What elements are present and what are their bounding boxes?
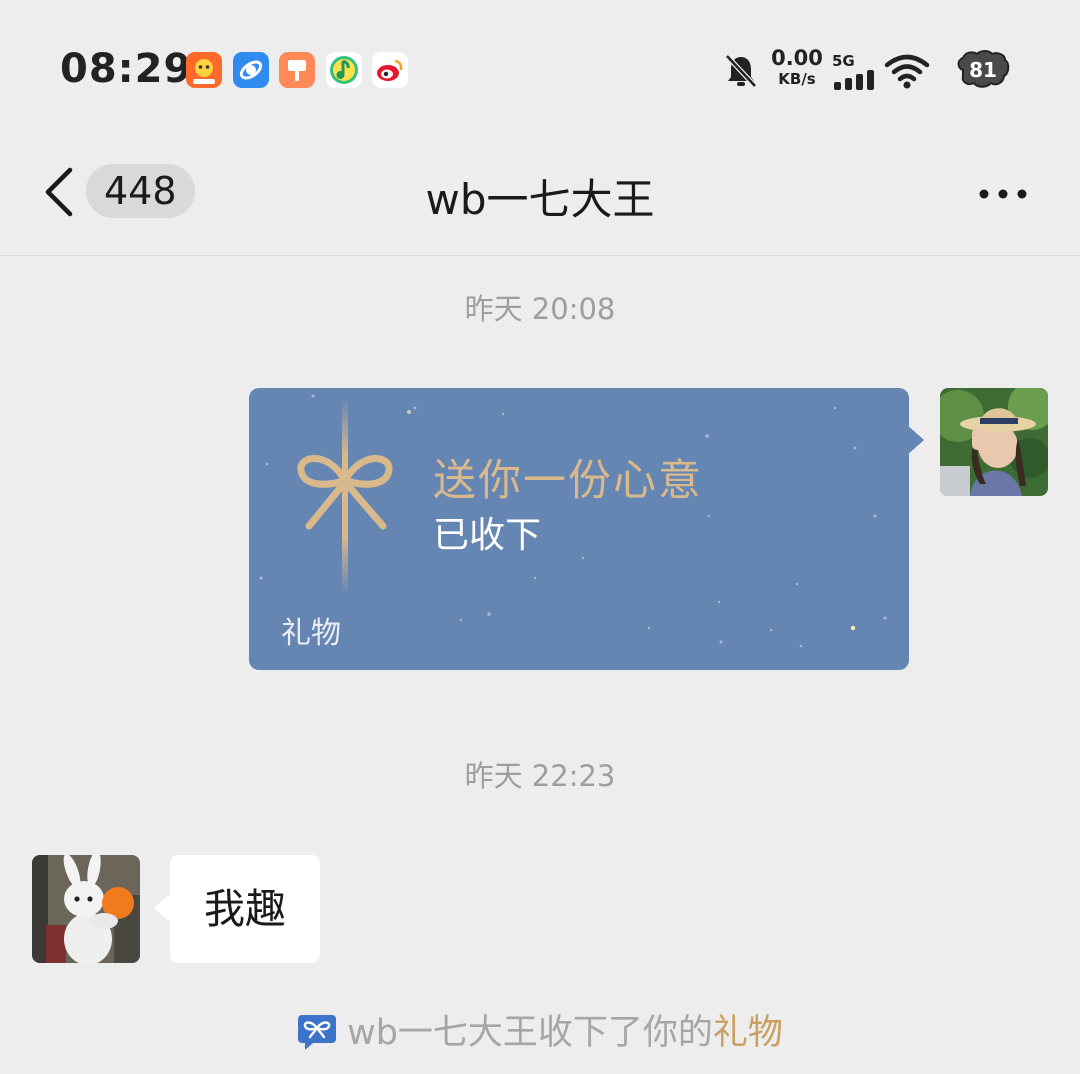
gift-message-card[interactable]: 送你一份心意 已收下 礼物: [249, 388, 909, 670]
my-avatar[interactable]: [940, 388, 1048, 496]
browser-icon: [233, 52, 269, 88]
gift-link[interactable]: 礼物: [713, 1013, 783, 1053]
system-notice: wb一七大王收下了你的礼物: [0, 1004, 1080, 1055]
more-dots-icon[interactable]: [972, 182, 1036, 206]
net-speed: 0.00 KB/s: [770, 48, 824, 87]
weibo-icon: [372, 52, 408, 88]
network-type: 5G: [832, 52, 855, 70]
wifi-icon: [884, 54, 930, 89]
gift-ribbon-icon: [297, 398, 393, 594]
gift-status: 已收下: [433, 515, 542, 556]
message-timestamp: 昨天 22:23: [464, 759, 616, 793]
signal-icon: [834, 70, 874, 90]
paint-icon: [279, 52, 315, 88]
chat-header: 448 wb一七大王: [0, 130, 1080, 256]
qqmusic-icon: [326, 52, 362, 88]
net-speed-unit: KB/s: [778, 70, 816, 88]
taobao-icon: [186, 52, 222, 88]
gift-notice-icon: [298, 1015, 337, 1050]
message-timestamp: 昨天 20:08: [464, 292, 616, 326]
chat-title: wb一七大王: [425, 175, 655, 224]
text-bubble-tail: [154, 893, 171, 923]
status-bar: 08:29 0.00 KB/s 5G 81: [0, 0, 1080, 130]
battery-level: 81: [969, 58, 997, 82]
contact-avatar[interactable]: [32, 855, 140, 963]
status-clock: 08:29: [60, 46, 193, 92]
bell-mute-icon: [725, 54, 757, 88]
text-message-bubble[interactable]: 我趣: [170, 855, 320, 963]
net-speed-value: 0.00: [771, 46, 823, 70]
gift-title: 送你一份心意: [433, 456, 703, 506]
system-notice-text: wb一七大王收下了你的: [347, 1013, 713, 1053]
gift-bubble-tail: [906, 424, 924, 456]
gift-type-label: 礼物: [281, 616, 341, 651]
